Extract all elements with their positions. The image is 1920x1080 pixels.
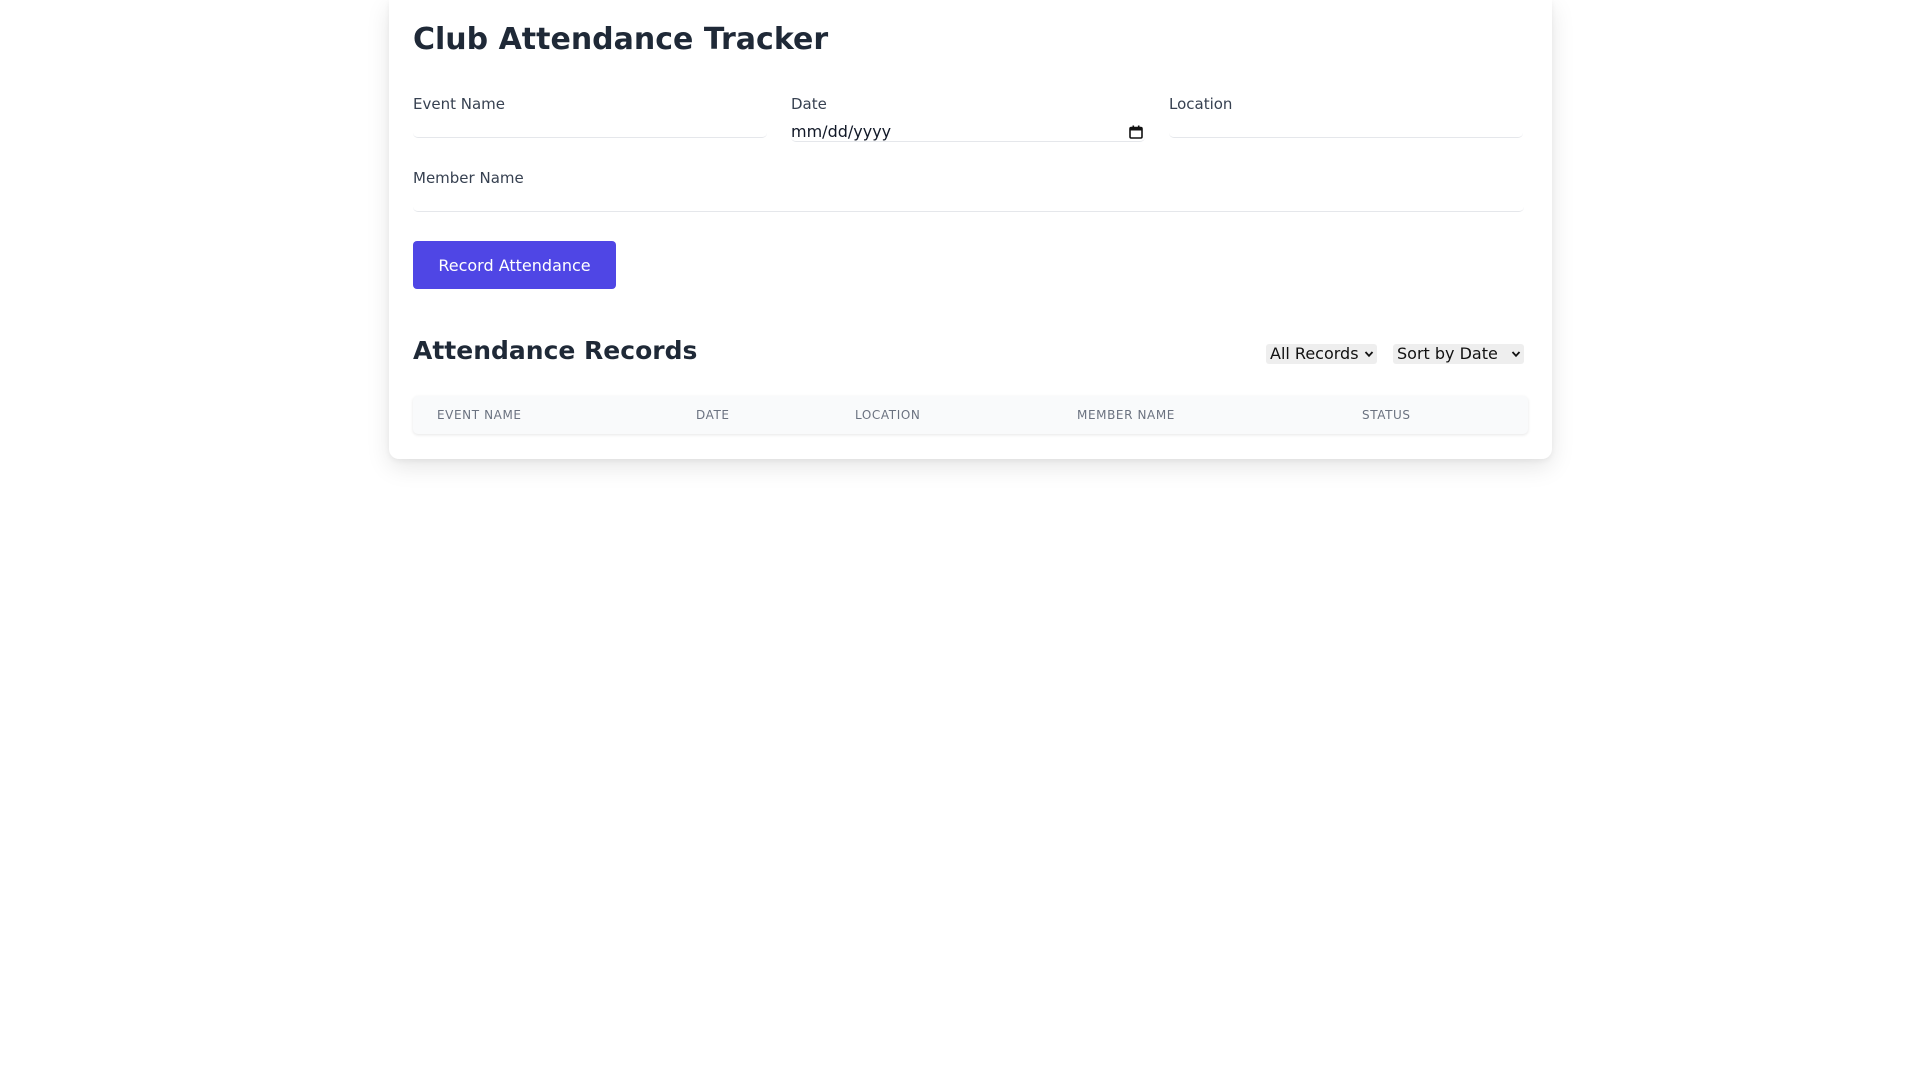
chevron-down-icon	[1511, 351, 1521, 358]
filter-select-value: All Records	[1270, 344, 1359, 363]
column-header-date: Date	[696, 408, 730, 422]
date-label: Date	[791, 95, 827, 113]
date-input[interactable]: mm/dd/yyyy	[791, 122, 1145, 142]
record-attendance-button[interactable]: Record Attendance	[413, 241, 616, 289]
filter-select[interactable]: All Records	[1266, 344, 1377, 364]
records-section-title: Attendance Records	[413, 336, 698, 365]
calendar-icon[interactable]	[1129, 125, 1143, 139]
column-header-location: Location	[855, 408, 921, 422]
page-title: Club Attendance Tracker	[413, 22, 829, 57]
date-input-placeholder: mm/dd/yyyy	[791, 122, 892, 141]
main-card: Club Attendance Tracker Event Name Date …	[389, 0, 1552, 459]
member-name-field: Member Name	[413, 168, 1524, 216]
sort-select[interactable]: Sort by Date	[1393, 344, 1524, 364]
column-header-member-name: Member Name	[1077, 408, 1175, 422]
location-label: Location	[1169, 95, 1233, 113]
attendance-table: Event Name Date Location Member Name Sta…	[413, 396, 1528, 434]
column-header-event-name: Event Name	[437, 408, 522, 422]
chevron-down-icon	[1364, 351, 1374, 358]
location-field: Location	[1169, 94, 1523, 142]
member-name-input[interactable]	[413, 196, 1524, 212]
sort-select-value: Sort by Date	[1397, 344, 1498, 363]
member-name-label: Member Name	[413, 169, 524, 187]
location-input[interactable]	[1169, 122, 1523, 138]
event-name-label: Event Name	[413, 95, 505, 113]
column-header-status: Status	[1362, 408, 1411, 422]
date-field: Date mm/dd/yyyy	[791, 94, 1145, 144]
event-name-field: Event Name	[413, 94, 767, 142]
event-name-input[interactable]	[413, 122, 767, 138]
